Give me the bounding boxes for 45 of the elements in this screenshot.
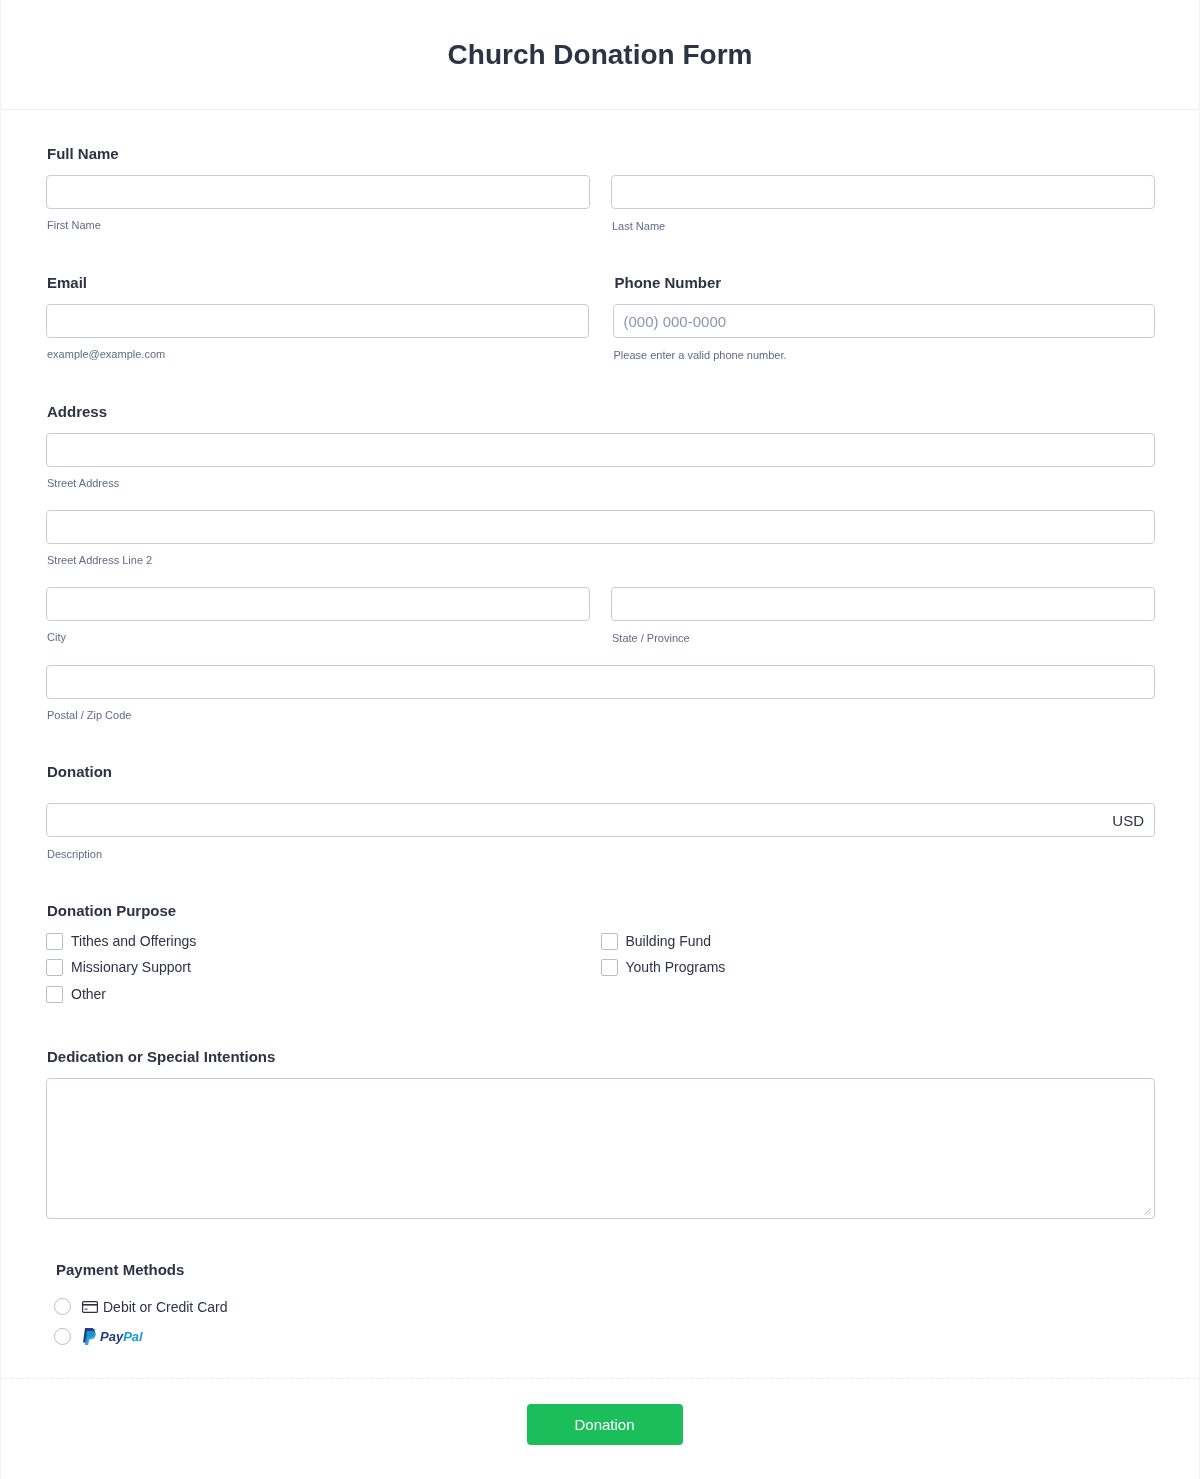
credit-card-icon xyxy=(82,1300,98,1313)
field-label: Address xyxy=(46,403,109,421)
checkbox-label[interactable]: Building Fund xyxy=(625,932,712,950)
text-field[interactable] xyxy=(46,510,1155,544)
text-field[interactable] xyxy=(46,175,590,209)
field-hint: Postal / Zip Code xyxy=(46,708,133,722)
field-label: Dedication or Special Intentions xyxy=(46,1047,277,1066)
checkbox[interactable] xyxy=(46,959,63,977)
phone-field[interactable]: (000) 000-0000 xyxy=(612,304,1155,338)
text-field[interactable] xyxy=(611,175,1155,209)
field-label: Donation xyxy=(46,763,113,781)
field-hint: Street Address xyxy=(46,476,121,490)
email-field[interactable] xyxy=(46,304,589,338)
field-hint: Street Address Line 2 xyxy=(46,553,154,567)
amount-field[interactable]: USD xyxy=(46,803,1155,837)
checkbox-label[interactable]: Other xyxy=(71,985,106,1003)
field-hint: Description xyxy=(46,847,104,861)
paypal-wordmark: PayPal xyxy=(100,1329,143,1344)
field-hint: Please enter a valid phone number. xyxy=(612,348,788,362)
field-hint: Last Name xyxy=(611,219,667,233)
field-label: Email xyxy=(46,274,89,292)
field-hint: example@example.com xyxy=(46,347,167,361)
text-field[interactable] xyxy=(46,665,1155,699)
resize-handle-icon[interactable] xyxy=(1144,1207,1151,1215)
text-area[interactable] xyxy=(46,1077,1155,1219)
checkbox-label[interactable]: Missionary Support xyxy=(71,959,191,977)
field-hint: First Name xyxy=(46,218,102,232)
field-label: Phone Number xyxy=(613,274,723,292)
checkbox-label[interactable]: Tithes and Offerings xyxy=(71,932,197,950)
form-title: Church Donation Form xyxy=(447,37,753,72)
checkbox[interactable] xyxy=(600,932,618,950)
payment-option-label[interactable]: Debit or Credit Card xyxy=(103,1298,228,1315)
field-hint: City xyxy=(46,630,67,644)
field-label: Full Name xyxy=(46,145,120,163)
text-field[interactable] xyxy=(46,433,1155,467)
text-field[interactable] xyxy=(46,587,590,621)
field-hint: State / Province xyxy=(611,631,691,645)
checkbox[interactable] xyxy=(46,932,63,950)
field-label: Donation Purpose xyxy=(46,902,178,920)
field-label: Payment Methods xyxy=(55,1260,186,1279)
checkbox-label[interactable]: Youth Programs xyxy=(625,959,726,977)
p-logo-icon xyxy=(82,1328,96,1345)
text-field[interactable] xyxy=(611,587,1155,621)
checkbox[interactable] xyxy=(600,959,618,977)
checkbox[interactable] xyxy=(46,985,63,1003)
